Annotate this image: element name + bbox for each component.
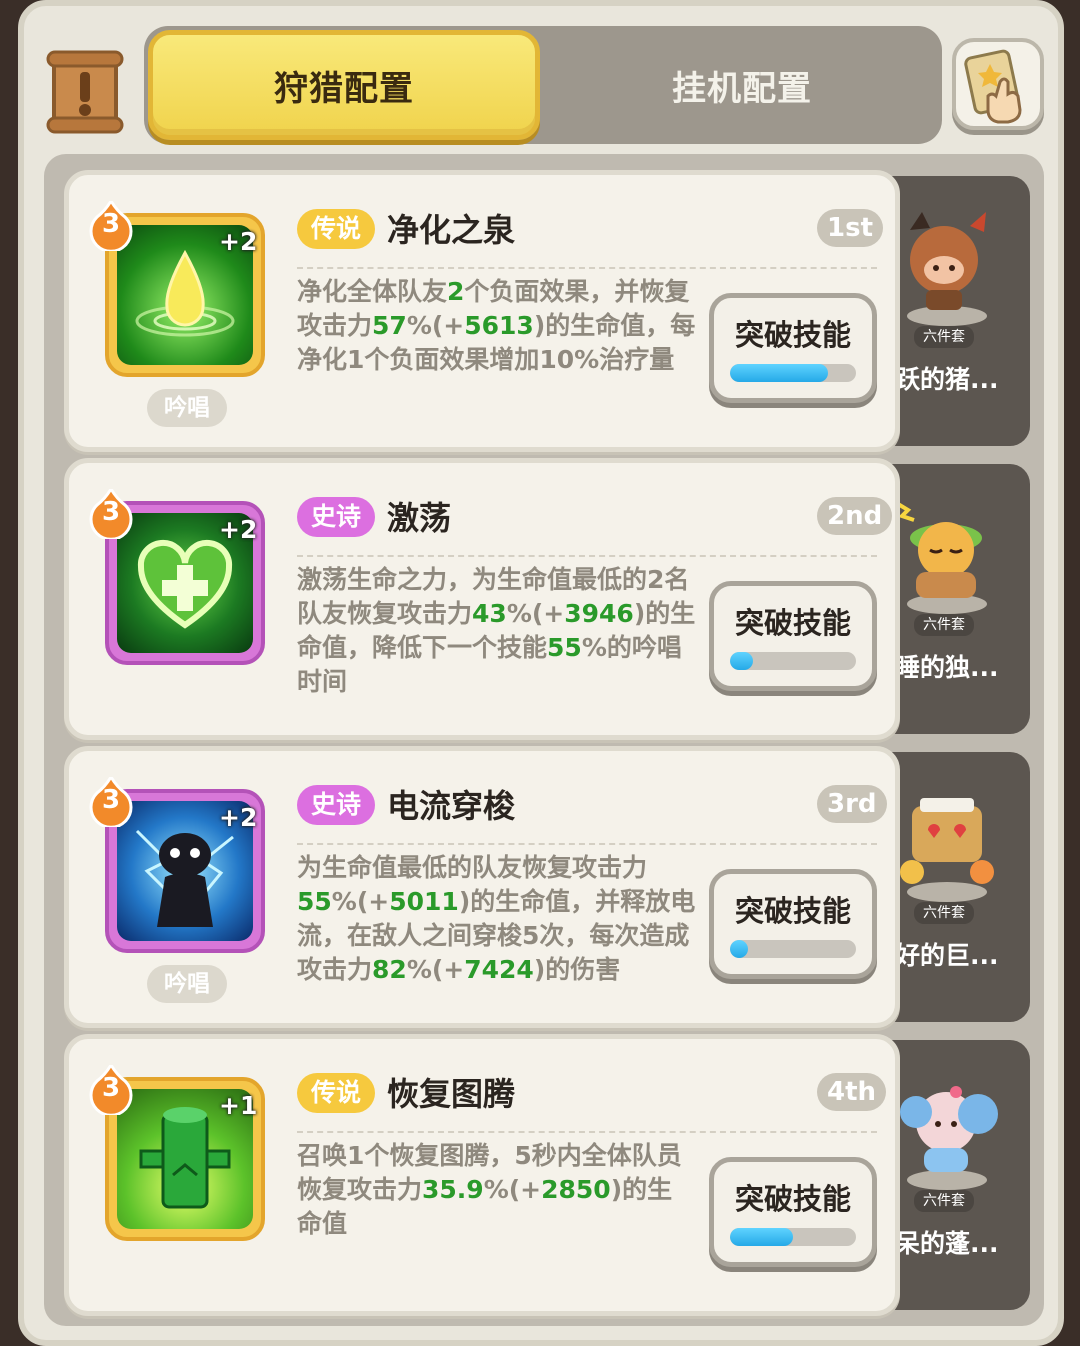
rarity-badge: 传说 (297, 209, 376, 249)
skill-name: 恢复图腾 (387, 1075, 516, 1113)
rank-badge: 2nd (817, 497, 893, 535)
skill-name: 激荡 (387, 499, 452, 537)
progress-bar (730, 940, 856, 958)
skill-plus: +2 (219, 227, 258, 256)
tab-idle-config[interactable]: 挂机配置 (546, 30, 938, 140)
robot-crab-character-icon (900, 798, 994, 902)
boar-character-icon (907, 212, 987, 326)
skill-level: 3 (101, 1073, 121, 1103)
top-bar: 狩猎配置 挂机配置 (24, 24, 1058, 144)
rarity-badge: 史诗 (297, 785, 376, 825)
break-skill-label: 突破技能 (734, 318, 851, 352)
skill-row: 六件套 酣睡的独... 3 +2 史诗 激荡 2nd 激荡生命之力，为生命值最低… (64, 458, 1032, 740)
rarity-badge: 传说 (297, 1073, 376, 1113)
skill-level: 3 (101, 209, 121, 239)
skill-level: 3 (101, 785, 121, 815)
progress-bar (730, 364, 856, 382)
skill-list: 六件套 活跃的猪... 3 +2 吟唱 传说 净化之泉 1st 净化全体队友2个… (44, 154, 1044, 1326)
scroll-exclamation-icon[interactable] (44, 46, 126, 138)
progress-bar (730, 652, 856, 670)
break-skill-button[interactable]: 突破技能 (709, 581, 877, 691)
rarity-badge: 史诗 (297, 497, 376, 537)
rank-badge: 4th (817, 1073, 887, 1111)
break-skill-button[interactable]: 突破技能 (709, 293, 877, 403)
skill-card: 3 +2 吟唱 史诗 电流穿梭 3rd 为生命值最低的队友恢复攻击力55%(+5… (64, 746, 900, 1028)
divider (297, 555, 877, 557)
divider (297, 1131, 877, 1133)
break-skill-button[interactable]: 突破技能 (709, 869, 877, 979)
break-skill-label: 突破技能 (734, 1182, 851, 1216)
skill-card: 3 +1 传说 恢复图腾 4th 召唤1个恢复图腾，5秒内全体队员恢复攻击力35… (64, 1034, 900, 1316)
skill-name: 净化之泉 (387, 211, 516, 249)
skill-plus: +2 (219, 803, 258, 832)
divider (297, 843, 877, 845)
break-skill-button[interactable]: 突破技能 (709, 1157, 877, 1267)
hand-tap-icon[interactable] (952, 38, 1044, 130)
skill-description: 召唤1个恢复图腾，5秒内全体队员恢复攻击力35.9%(+2850)的生命值 (297, 1141, 682, 1238)
divider (297, 267, 877, 269)
progress-bar (730, 1228, 856, 1246)
skill-level: 3 (101, 497, 121, 527)
chant-tag: 吟唱 (147, 389, 227, 427)
break-skill-label: 突破技能 (734, 894, 851, 928)
skill-row: 六件套 活跃的猪... 3 +2 吟唱 传说 净化之泉 1st 净化全体队友2个… (64, 170, 1032, 452)
skill-name: 电流穿梭 (387, 787, 516, 825)
break-skill-label: 突破技能 (734, 606, 851, 640)
set-tag: 六件套 (914, 1190, 974, 1212)
set-tag: 六件套 (914, 326, 974, 348)
skill-card: 3 +2 吟唱 传说 净化之泉 1st 净化全体队友2个负面效果，并恢复攻击力5… (64, 170, 900, 452)
set-tag: 六件套 (914, 614, 974, 636)
skill-row: 六件套 发呆的蓬... 3 +1 传说 恢复图腾 4th 召唤1个恢复图腾，5秒… (64, 1034, 1032, 1316)
chant-tag: 吟唱 (147, 965, 227, 1003)
sleeping-character-icon (896, 502, 987, 614)
skill-description: 激荡生命之力，为生命值最低的2名队友恢复攻击力43%(+3946)的生命值，降低… (297, 565, 696, 696)
rank-badge: 3rd (817, 785, 887, 823)
skill-plus: +1 (219, 1091, 258, 1120)
skill-plus: +2 (219, 515, 258, 544)
skill-card: 3 +2 史诗 激荡 2nd 激荡生命之力，为生命值最低的2名队友恢复攻击力43… (64, 458, 900, 740)
tab-hunting-config[interactable]: 狩猎配置 (148, 30, 540, 140)
skill-description: 为生命值最低的队友恢复攻击力55%(+5011)的生命值，并释放电流，在敌人之间… (297, 853, 696, 984)
rank-badge: 1st (817, 209, 883, 247)
skill-row: 六件套 友好的巨... 3 +2 吟唱 史诗 电流穿梭 3rd 为生命值最低的队… (64, 746, 1032, 1028)
config-tabs: 狩猎配置 挂机配置 (144, 26, 942, 144)
skill-config-window: 狩猎配置 挂机配置 六件套 活跃的猪... 3 +2 吟唱 传说 净化之泉 1s… (18, 0, 1064, 1346)
skill-description: 净化全体队友2个负面效果，并恢复攻击力57%(+5613)的生命值，每净化1个负… (297, 277, 696, 374)
set-tag: 六件套 (914, 902, 974, 924)
sheep-character-icon (900, 1086, 998, 1190)
